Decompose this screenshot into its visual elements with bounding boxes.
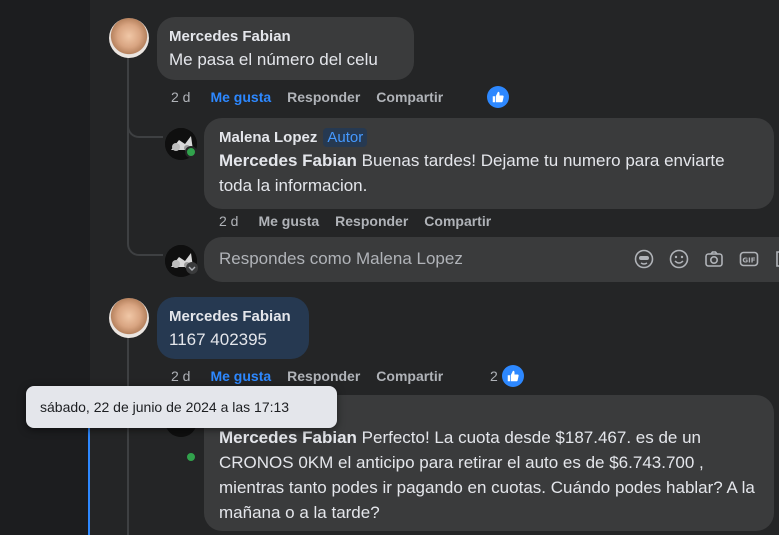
avatar-sticker-icon[interactable] (633, 248, 655, 270)
reply-time[interactable]: 2 d (219, 213, 238, 229)
comment-actions: 2 d Me gusta Responder Compartir (171, 87, 459, 107)
like-icon[interactable] (502, 365, 524, 387)
reaction-count[interactable]: 2 (490, 365, 498, 387)
thread-line (127, 58, 129, 228)
share-button[interactable]: Compartir (376, 368, 443, 384)
online-status-dot (185, 146, 197, 158)
sticker-icon[interactable] (773, 248, 779, 270)
comment-bubble: Mercedes Fabian 1167 402395 (157, 297, 309, 359)
mention-link[interactable]: Mercedes Fabian (219, 428, 357, 447)
comment-actions: 2 d Me gusta Responder Compartir (171, 366, 459, 386)
reply-bubble: Malena Lopez Autor Mercedes Fabian Buenas… (204, 118, 774, 209)
comment-text: Me pasa el número del celu (169, 50, 378, 69)
like-icon[interactable] (487, 86, 509, 108)
left-panel (0, 0, 90, 535)
author-badge: Autor (323, 128, 368, 147)
like-button[interactable]: Me gusta (210, 89, 271, 105)
comment-time[interactable]: 2 d (171, 368, 190, 384)
reply-button[interactable]: Responder (335, 213, 408, 229)
reply-input[interactable]: Respondes como Malena Lopez (219, 249, 463, 269)
share-button[interactable]: Compartir (424, 213, 491, 229)
reply-actions: 2 d Me gusta Responder Compartir (219, 211, 507, 231)
comment-text: 1167 402395 (169, 330, 268, 349)
like-button[interactable]: Me gusta (258, 213, 319, 229)
svg-text:GIF: GIF (742, 257, 755, 265)
reply-composer[interactable]: Respondes como Malena Lopez GIF (204, 237, 779, 282)
comment-bubble: Mercedes Fabian Me pasa el número del ce… (157, 17, 414, 80)
share-button[interactable]: Compartir (376, 89, 443, 105)
gif-icon[interactable]: GIF (738, 248, 760, 270)
reply-text: Mercedes Fabian Perfecto! La cuota desde… (219, 425, 762, 525)
comment-time[interactable]: 2 d (171, 89, 190, 105)
emoji-icon[interactable] (668, 248, 690, 270)
thread-connector (127, 110, 163, 138)
avatar[interactable] (109, 18, 149, 58)
reply-author[interactable]: Malena Lopez (219, 129, 317, 146)
online-status-dot (185, 451, 197, 463)
reply-text: Mercedes Fabian Buenas tardes! Dejame tu… (219, 148, 762, 198)
chevron-down-icon[interactable] (186, 262, 198, 274)
mention-link[interactable]: Mercedes Fabian (219, 151, 357, 170)
reply-button[interactable]: Responder (287, 368, 360, 384)
thread-line (127, 338, 129, 535)
timestamp-tooltip: sábado, 22 de junio de 2024 a las 17:13 (26, 386, 337, 428)
avatar[interactable] (109, 298, 149, 338)
like-button[interactable]: Me gusta (210, 368, 271, 384)
camera-icon[interactable] (703, 248, 725, 270)
comment-author[interactable]: Mercedes Fabian (169, 307, 297, 327)
thread-connector (127, 228, 163, 256)
comment-author[interactable]: Mercedes Fabian (169, 27, 402, 47)
reply-button[interactable]: Responder (287, 89, 360, 105)
